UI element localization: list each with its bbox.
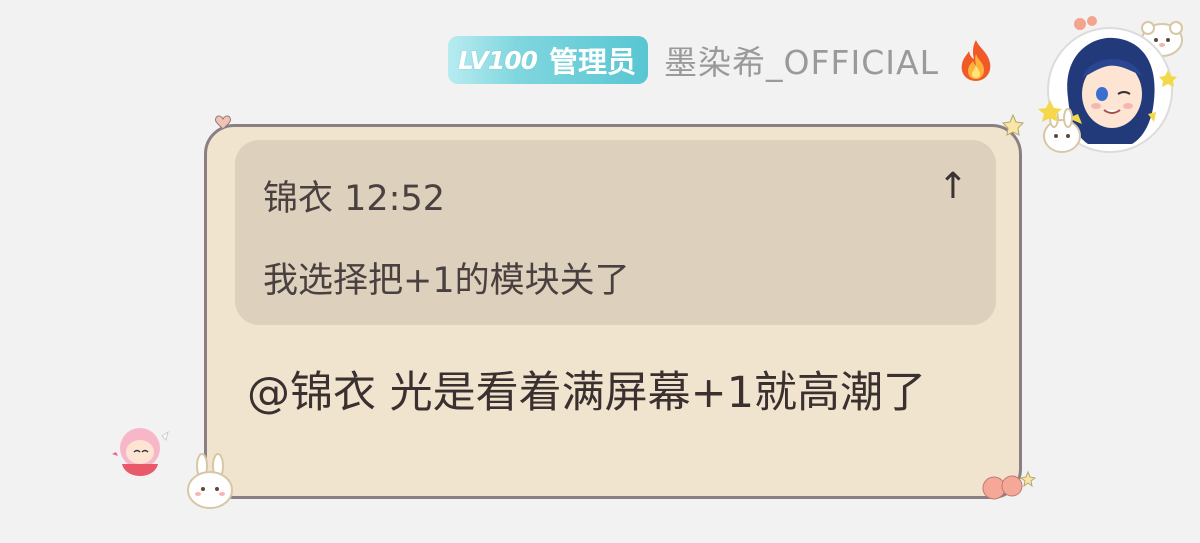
heart-icon [215,115,231,130]
sender-name[interactable]: 墨染希_OFFICIAL [664,36,939,84]
peach-icon [982,470,1037,500]
star-icon [1002,114,1024,136]
quote-author-time: 锦衣 12:52 [263,179,445,219]
message-text: @锦衣 光是看着满屏幕+1就高潮了 [247,368,927,418]
level-role-badge[interactable]: LV100 管理员 [448,36,649,84]
arrow-up-icon[interactable]: ↑ [938,166,968,207]
reply-quote[interactable]: 锦衣 12:52 ↑ 我选择把+1的模块关了 [235,140,996,325]
level-badge: LV100 [458,45,538,75]
message-header: LV100 管理员 墨染希_OFFICIAL [448,35,995,85]
bunny-sticker-icon [187,453,233,509]
anime-sticker-icon [112,428,169,476]
role-badge: 管理员 [549,45,637,79]
fire-icon [957,38,995,82]
sender-avatar[interactable] [1032,14,1188,162]
quote-text: 我选择把+1的模块关了 [263,261,630,301]
